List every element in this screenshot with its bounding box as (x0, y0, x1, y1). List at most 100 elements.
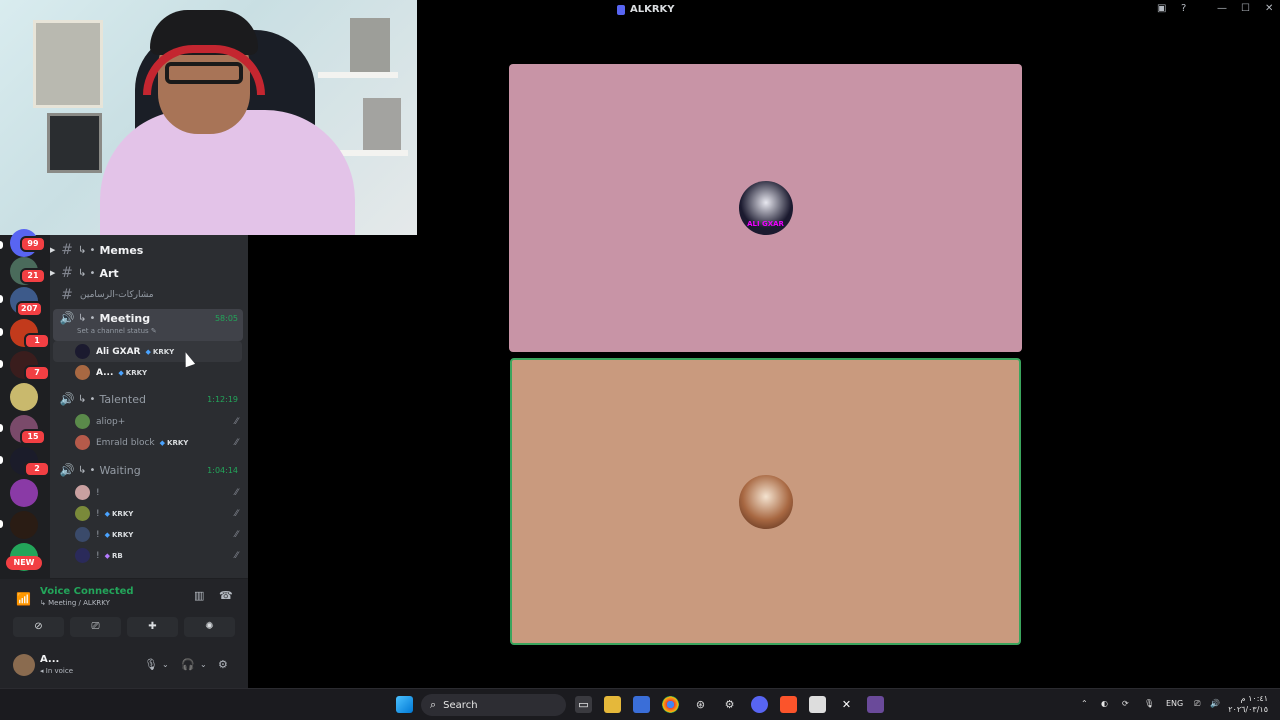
voice-member[interactable]: Ali GXAR ◆ KRKY (53, 341, 242, 362)
minimize-button[interactable]: — (1217, 3, 1227, 14)
noise-suppression-icon[interactable]: ▥ (194, 589, 204, 602)
file-explorer-icon[interactable] (604, 696, 621, 713)
language-indicator[interactable]: ENG (1166, 699, 1183, 708)
voice-member[interactable]: Emrald block ◆ KRKY ⁄⁄ (75, 432, 242, 453)
server-icon[interactable] (10, 383, 38, 411)
channel-art[interactable]: ▶ # ↳ • Art (50, 262, 242, 284)
voice-channel-waiting[interactable]: 🔊 ↳ • Waiting 1:04:14 (54, 459, 242, 481)
user-status: ◂ In voice (40, 667, 73, 675)
settings-icon[interactable]: ⚙ (721, 696, 738, 713)
server-pill (0, 520, 3, 528)
sync-icon[interactable]: ⟳ (1122, 699, 1129, 708)
channel-symbol-icon: ↳ • (78, 312, 96, 324)
unread-badge: 21 (20, 268, 46, 284)
server-pill (0, 328, 3, 336)
member-name: aliop+ (96, 416, 126, 427)
channel-arabic[interactable]: # مشاركات-الرسامين (54, 284, 242, 306)
user-name[interactable]: A... (40, 654, 59, 665)
disconnect-icon[interactable]: ☎ (219, 589, 233, 602)
soundboard-button[interactable]: ✺ (184, 617, 235, 637)
unread-badge: 15 (20, 429, 46, 445)
network-icon[interactable]: ⎚ (1194, 699, 1200, 709)
capcut-icon[interactable]: ✕ (838, 696, 855, 713)
voice-channel-path-text: Meeting / ALKRKY (48, 599, 110, 607)
channel-status[interactable]: Set a channel status ✎ (77, 327, 157, 335)
voice-connected-title[interactable]: Voice Connected (40, 586, 134, 597)
server-icon[interactable] (10, 479, 38, 507)
voice-member[interactable]: ! ◆ KRKY ⁄⁄ (75, 503, 242, 524)
tray-app-icon[interactable]: ◐ (1101, 699, 1108, 708)
speaker-icon: 🔊 (59, 463, 75, 477)
store-icon[interactable] (633, 696, 650, 713)
voice-channel-talented[interactable]: 🔊 ↳ • Talented 1:12:19 (54, 388, 242, 410)
member-tag-text: KRKY (125, 368, 148, 377)
obs-icon[interactable] (867, 696, 884, 713)
chevron-down-icon[interactable]: ⌄ (200, 660, 207, 669)
member-name: ! (96, 529, 100, 540)
avatar-label: ALI GXAR (747, 220, 784, 228)
gem-icon: ◆ (159, 438, 166, 447)
discord-taskbar-icon[interactable] (751, 696, 768, 713)
chevron-down-icon[interactable]: ⌄ (162, 660, 169, 669)
inbox-icon[interactable]: ▣ (1157, 3, 1166, 14)
clock[interactable]: ١٠:٤١ م ٢٠٢٦/٠٣/١٥ (1228, 693, 1268, 715)
channel-list: ▶ # ↳ • Memes ▶ # ↳ • Art # مشاركات-الرس… (50, 235, 248, 578)
member-name: Emrald block (96, 437, 155, 448)
member-tag: ◆ KRKY (105, 510, 134, 518)
new-badge: NEW (6, 556, 42, 570)
taskbar-search[interactable]: ⌕ Search (421, 694, 566, 716)
deafened-icon: ⁄⁄ (234, 550, 238, 561)
app-icon[interactable] (809, 696, 826, 713)
task-view-icon[interactable]: ▭ (575, 696, 592, 713)
channel-memes[interactable]: ▶ # ↳ • Memes (50, 239, 242, 261)
screen-share-button[interactable]: ⎚ (70, 617, 121, 637)
unread-badge: 207 (16, 301, 43, 317)
title-bar: ALKRKY ▣ ? — ☐ ✕ (417, 0, 1280, 21)
video-tile-speaking[interactable] (510, 358, 1021, 645)
voice-member[interactable]: ! ◆ RB ⁄⁄ (75, 545, 242, 566)
avatar[interactable] (13, 654, 35, 676)
member-tag: ◆ KRKY (160, 439, 189, 447)
close-button[interactable]: ✕ (1265, 3, 1273, 14)
video-tile-ali-gxar[interactable]: ALI GXAR (509, 64, 1022, 352)
camera-off-button[interactable]: ⊘ (13, 617, 64, 637)
voice-channel-path[interactable]: ↳ Meeting / ALKRKY (40, 599, 110, 607)
gem-icon: ◆ (104, 509, 110, 518)
gem-icon: ◆ (145, 347, 151, 356)
maximize-button[interactable]: ☐ (1241, 3, 1250, 14)
member-name: ! (96, 508, 100, 519)
chevron-up-icon[interactable]: ⌃ (1081, 699, 1088, 708)
voice-member[interactable]: ! ⁄⁄ (75, 482, 242, 503)
headphones-icon[interactable]: 🎧 (181, 658, 195, 671)
settings-gear-icon[interactable]: ⚙ (218, 658, 228, 671)
steam-icon[interactable]: ⊛ (692, 696, 709, 713)
voice-member[interactable]: aliop+ ⁄⁄ (75, 411, 242, 432)
activities-button[interactable]: ✚ (127, 617, 178, 637)
volume-icon[interactable]: 🔊 (1210, 699, 1220, 708)
deafened-icon: ⁄⁄ (234, 487, 238, 498)
member-tag: ◆ RB (105, 552, 123, 560)
webcam-overlay (0, 0, 417, 235)
screen-share-icon: ⎚ (91, 621, 100, 632)
avatar (75, 548, 90, 563)
user-panel: A... ◂ In voice 🎙 ⌄ 🎧 ⌄ ⚙ (0, 646, 248, 688)
windows-start-icon[interactable] (396, 696, 413, 713)
microphone-tray-icon[interactable]: 🎙 (1144, 699, 1154, 708)
voice-member[interactable]: ! ◆ KRKY ⁄⁄ (75, 524, 242, 545)
pencil-icon: ✎ (150, 327, 157, 335)
server-icon[interactable] (10, 511, 38, 539)
server-pill (0, 360, 3, 368)
help-icon[interactable]: ? (1181, 3, 1186, 14)
gem-icon: ◆ (104, 530, 110, 539)
server-pill (0, 424, 3, 432)
wall-plaque (47, 113, 102, 173)
microphone-icon[interactable]: 🎙 (144, 658, 158, 671)
shelf (318, 72, 398, 78)
chrome-icon[interactable] (662, 696, 679, 713)
brave-icon[interactable] (780, 696, 797, 713)
member-tag-text: KRKY (152, 347, 175, 356)
voice-channel-meeting[interactable]: 🔊 ↳ • Meeting 58:05 (54, 307, 242, 329)
member-tag: ◆ KRKY (146, 348, 175, 356)
glasses (165, 62, 243, 84)
voice-member[interactable]: A... ◆ KRKY (75, 362, 242, 383)
